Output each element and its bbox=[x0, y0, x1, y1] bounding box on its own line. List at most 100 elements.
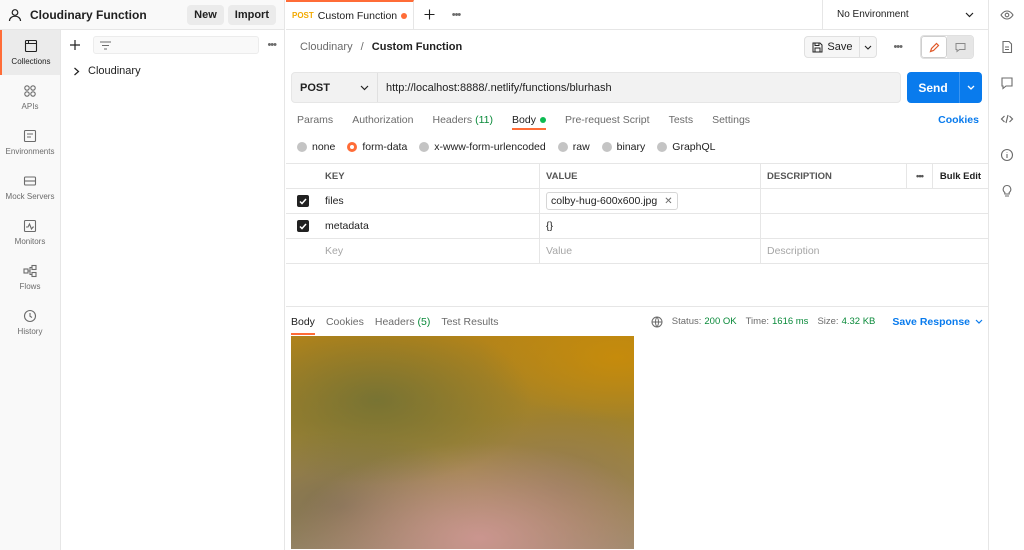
radio-none[interactable] bbox=[297, 142, 307, 152]
comment-mode-button[interactable] bbox=[947, 36, 973, 58]
sidebar-more-icon[interactable]: ••• bbox=[267, 39, 277, 51]
response-image bbox=[291, 336, 634, 549]
tab-pre-request-script[interactable]: Pre-request Script bbox=[565, 114, 650, 126]
documentation-icon[interactable] bbox=[1000, 40, 1014, 54]
tab-headers[interactable]: Headers (11) bbox=[432, 114, 493, 126]
new-button[interactable]: New bbox=[187, 4, 224, 25]
eye-icon[interactable] bbox=[1000, 8, 1014, 22]
monitors-icon bbox=[23, 219, 37, 233]
radio-form-data[interactable] bbox=[347, 142, 358, 152]
radio-binary[interactable] bbox=[601, 142, 612, 152]
body-type-graphql[interactable]: GraphQL bbox=[657, 141, 715, 153]
response-tab-headers[interactable]: Headers (5) bbox=[375, 316, 430, 328]
info-icon[interactable] bbox=[1000, 148, 1014, 162]
history-icon bbox=[23, 309, 37, 323]
code-icon[interactable] bbox=[1000, 112, 1014, 126]
chevron-right-icon bbox=[74, 67, 80, 75]
value-placeholder[interactable]: Value bbox=[540, 239, 761, 263]
tab-tests[interactable]: Tests bbox=[669, 114, 694, 126]
row-value-cell[interactable]: colby-hug-600x600.jpg ✕ bbox=[540, 189, 761, 213]
rail-item-collections[interactable]: Collections bbox=[0, 30, 60, 75]
description-placeholder[interactable]: Description bbox=[761, 239, 988, 263]
time-value[interactable]: 1616 ms bbox=[772, 316, 808, 327]
response-tab-cookies[interactable]: Cookies bbox=[326, 316, 364, 328]
save-dropdown[interactable] bbox=[860, 37, 876, 57]
tab-more-icon[interactable]: ••• bbox=[444, 0, 468, 29]
url-input[interactable] bbox=[378, 73, 900, 102]
row-checkbox[interactable] bbox=[296, 195, 309, 207]
response-tab-test-results[interactable]: Test Results bbox=[441, 316, 498, 328]
rail-item-monitors[interactable]: Monitors bbox=[0, 210, 60, 255]
key-placeholder[interactable]: Key bbox=[319, 239, 540, 263]
size-value[interactable]: 4.32 KB bbox=[842, 316, 876, 327]
bulk-edit-button[interactable]: Bulk Edit bbox=[933, 164, 988, 188]
time-label: Time: bbox=[745, 316, 769, 327]
send-button[interactable]: Send bbox=[907, 72, 982, 103]
tab-custom-function[interactable]: POST Custom Function bbox=[286, 0, 414, 29]
rail-item-apis[interactable]: APIs bbox=[0, 75, 60, 120]
import-button[interactable]: Import bbox=[227, 4, 276, 25]
rail-label: Flows bbox=[19, 282, 41, 291]
tab-params[interactable]: Params bbox=[297, 114, 333, 126]
add-collection-icon[interactable] bbox=[69, 39, 81, 51]
rail-item-environments[interactable]: Environments bbox=[0, 120, 60, 165]
rail-item-history[interactable]: History bbox=[0, 300, 60, 345]
request-more-icon[interactable]: ••• bbox=[893, 41, 903, 53]
status-value[interactable]: 200 OK bbox=[704, 316, 736, 327]
tab-body[interactable]: Body bbox=[512, 114, 546, 130]
save-button[interactable]: Save bbox=[804, 36, 878, 58]
body-type-options: none form-data x-www-form-urlencoded raw… bbox=[297, 139, 727, 155]
rail-item-flows[interactable]: Flows bbox=[0, 255, 60, 300]
body-type-binary[interactable]: binary bbox=[601, 141, 645, 153]
remove-file-icon[interactable]: ✕ bbox=[664, 196, 672, 207]
row-value[interactable]: {} bbox=[540, 214, 761, 238]
breadcrumb-parent[interactable]: Cloudinary bbox=[300, 41, 353, 53]
tab-settings[interactable]: Settings bbox=[712, 114, 750, 126]
breadcrumb-separator: / bbox=[360, 41, 364, 53]
response-tab-body[interactable]: Body bbox=[291, 316, 315, 335]
body-type-raw[interactable]: raw bbox=[557, 141, 590, 153]
edit-mode-button[interactable] bbox=[921, 36, 947, 58]
checkmark-icon bbox=[298, 198, 307, 205]
lightbulb-icon[interactable] bbox=[1000, 184, 1014, 198]
filter-icon bbox=[100, 41, 111, 49]
body-type-urlencoded[interactable]: x-www-form-urlencoded bbox=[419, 141, 546, 153]
rail-item-mock-servers[interactable]: Mock Servers bbox=[0, 165, 60, 210]
globe-icon[interactable] bbox=[651, 316, 663, 328]
chevron-down-icon bbox=[965, 12, 974, 17]
request-panel: Cloudinary / Custom Function Save ••• PO… bbox=[286, 31, 988, 550]
user-icon[interactable] bbox=[8, 8, 22, 22]
comments-icon[interactable] bbox=[1000, 76, 1014, 90]
save-button-main[interactable]: Save bbox=[805, 37, 861, 57]
new-tab-button[interactable] bbox=[414, 0, 444, 29]
table-more-icon[interactable]: ••• bbox=[907, 164, 933, 188]
method-select[interactable]: POST bbox=[292, 73, 378, 102]
unsaved-dot[interactable] bbox=[401, 12, 407, 19]
row-checkbox[interactable] bbox=[296, 220, 309, 232]
radio-graphql[interactable] bbox=[657, 142, 668, 152]
collection-item[interactable]: Cloudinary bbox=[61, 60, 284, 82]
body-type-none[interactable]: none bbox=[297, 141, 335, 153]
row-key[interactable]: metadata bbox=[319, 214, 540, 238]
rail-label: History bbox=[17, 327, 43, 336]
send-dropdown[interactable] bbox=[960, 72, 982, 103]
breadcrumb-current[interactable]: Custom Function bbox=[372, 41, 462, 53]
row-key[interactable]: files bbox=[319, 189, 540, 213]
pencil-icon bbox=[929, 42, 939, 52]
radio-urlencoded[interactable] bbox=[419, 142, 430, 152]
table-row: files colby-hug-600x600.jpg ✕ bbox=[286, 189, 988, 214]
url-box: POST bbox=[291, 72, 901, 103]
environment-select[interactable]: No Environment bbox=[822, 0, 988, 29]
cookies-link[interactable]: Cookies bbox=[938, 114, 979, 126]
radio-raw[interactable] bbox=[557, 142, 568, 152]
apis-icon bbox=[24, 85, 36, 97]
row-description[interactable] bbox=[761, 189, 988, 213]
save-icon bbox=[812, 42, 823, 52]
body-type-form-data[interactable]: form-data bbox=[347, 141, 407, 153]
response-tabs: Body Cookies Headers (5) Test Results St… bbox=[286, 306, 988, 336]
save-response-button[interactable]: Save Response bbox=[892, 316, 983, 328]
chevron-down-icon bbox=[865, 45, 872, 50]
sidebar-filter-input[interactable] bbox=[93, 36, 260, 54]
row-description[interactable] bbox=[761, 214, 988, 238]
tab-authorization[interactable]: Authorization bbox=[352, 114, 413, 126]
